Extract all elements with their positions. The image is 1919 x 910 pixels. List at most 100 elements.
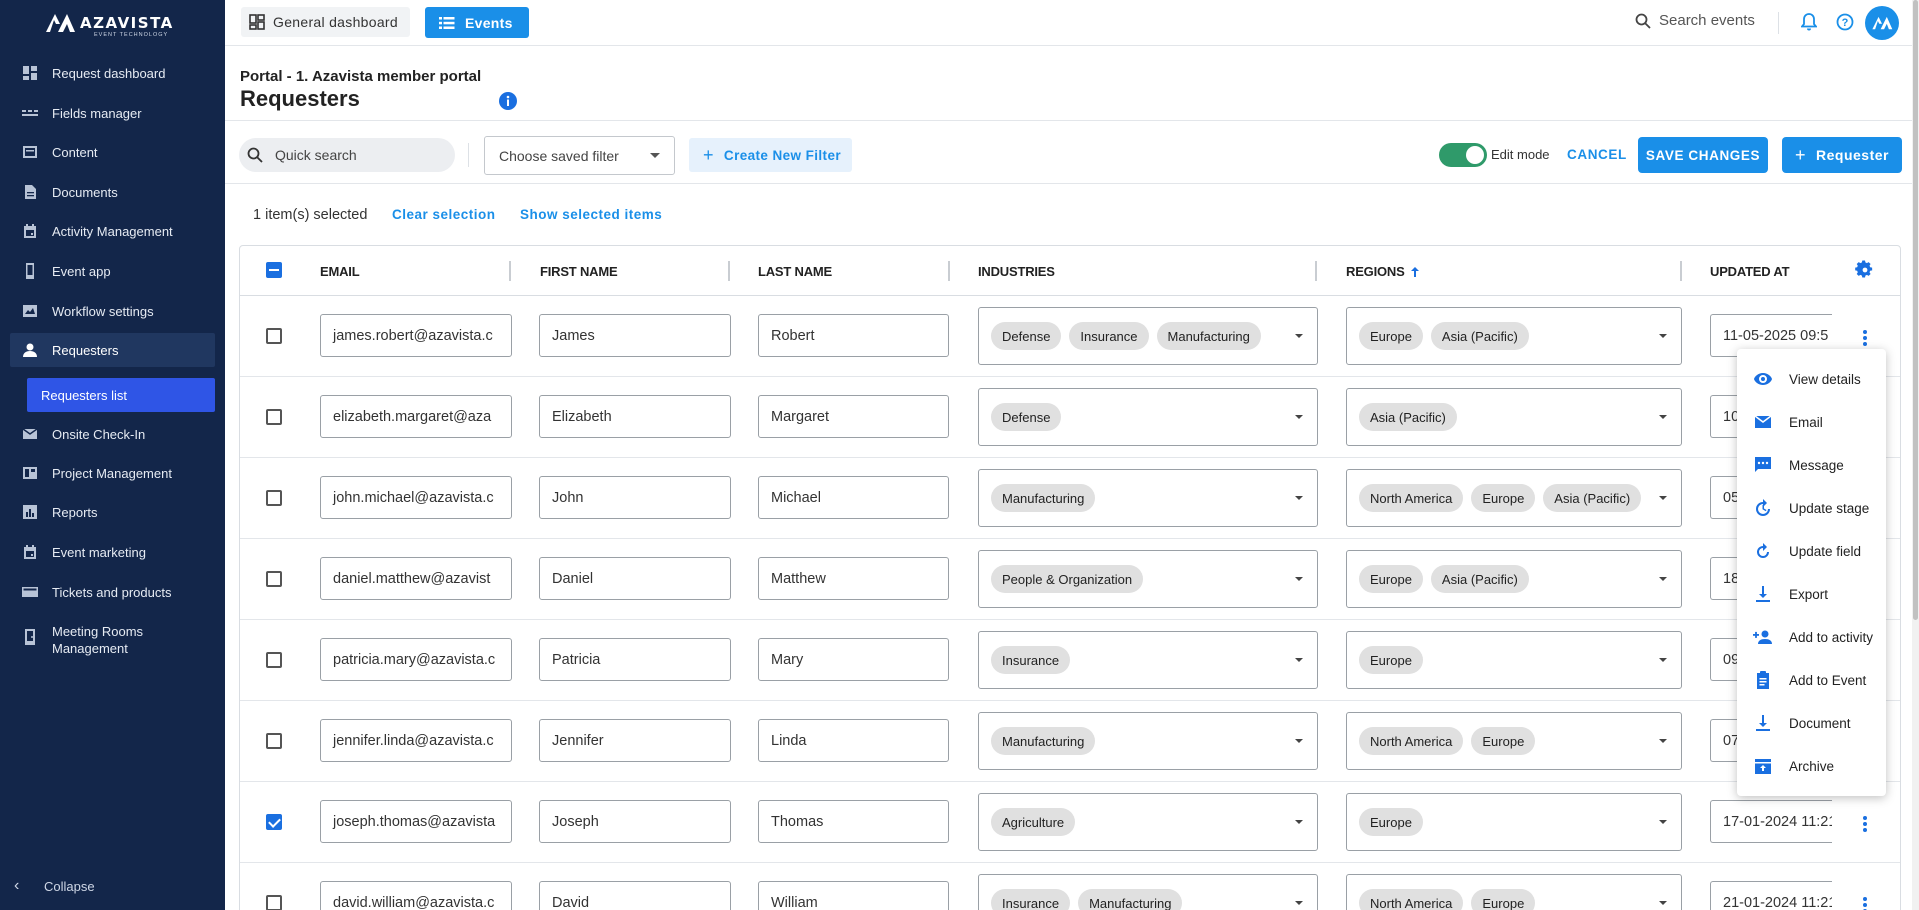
regions-select[interactable]: Europe	[1346, 631, 1682, 689]
row-actions-menu-icon[interactable]	[1863, 330, 1867, 348]
first-name-field[interactable]: Elizabeth	[539, 395, 731, 438]
column-header-first-name[interactable]: FIRST NAME	[540, 264, 618, 279]
first-name-field[interactable]: Joseph	[539, 800, 731, 843]
industries-select[interactable]: Agriculture	[978, 793, 1318, 851]
updated-at-field[interactable]: 17-01-2024 11:21	[1710, 800, 1832, 843]
last-name-field[interactable]: Linda	[758, 719, 949, 762]
sidebar-item-event-marketing[interactable]: Event marketing	[10, 535, 215, 569]
save-changes-button[interactable]: SAVE CHANGES	[1638, 137, 1768, 173]
industries-select[interactable]: Insurance	[978, 631, 1318, 689]
email-field[interactable]: elizabeth.margaret@aza	[320, 395, 512, 438]
column-header-regions[interactable]: REGIONS	[1346, 264, 1420, 279]
sidebar-item-fields-manager[interactable]: Fields manager	[10, 96, 215, 130]
sidebar-item-onsite-check-in[interactable]: Onsite Check-In	[10, 417, 215, 451]
menu-item-message[interactable]: Message	[1737, 447, 1886, 483]
industries-select[interactable]: People & Organization	[978, 550, 1318, 608]
sidebar-item-documents[interactable]: Documents	[10, 175, 215, 209]
column-header-industries[interactable]: INDUSTRIES	[978, 264, 1055, 279]
regions-select[interactable]: Europe	[1346, 793, 1682, 851]
regions-select[interactable]: North America Europe	[1346, 874, 1682, 910]
help-icon[interactable]: ?	[1836, 13, 1854, 31]
first-name-field[interactable]: John	[539, 476, 731, 519]
column-header-email[interactable]: EMAIL	[320, 264, 360, 279]
column-header-last-name[interactable]: LAST NAME	[758, 264, 832, 279]
last-name-field[interactable]: Matthew	[758, 557, 949, 600]
scrollbar-thumb[interactable]	[1913, 0, 1918, 620]
column-resize-handle[interactable]	[1315, 261, 1317, 281]
menu-item-document[interactable]: Document	[1737, 705, 1886, 741]
industries-select[interactable]: Defense	[978, 388, 1318, 446]
last-name-field[interactable]: Mary	[758, 638, 949, 681]
regions-select[interactable]: North America Europe	[1346, 712, 1682, 770]
email-field[interactable]: jennifer.linda@azavista.c	[320, 719, 512, 762]
select-all-checkbox[interactable]	[266, 262, 282, 278]
menu-item-update-field[interactable]: Update field	[1737, 533, 1886, 569]
email-field[interactable]: patricia.mary@azavista.c	[320, 638, 512, 681]
menu-item-archive[interactable]: Archive	[1737, 748, 1886, 784]
clear-selection-link[interactable]: Clear selection	[392, 207, 496, 222]
row-checkbox[interactable]	[266, 652, 282, 668]
sidebar-item-content[interactable]: Content	[10, 135, 215, 169]
add-requester-button[interactable]: + Requester	[1782, 137, 1902, 173]
sidebar-item-reports[interactable]: Reports	[10, 495, 215, 529]
row-checkbox[interactable]	[266, 409, 282, 425]
show-selected-items-link[interactable]: Show selected items	[520, 207, 662, 222]
first-name-field[interactable]: Daniel	[539, 557, 731, 600]
row-checkbox[interactable]	[266, 328, 282, 344]
cancel-button[interactable]: CANCEL	[1567, 147, 1627, 162]
row-actions-menu-icon[interactable]	[1863, 897, 1867, 910]
row-actions-menu-icon[interactable]	[1863, 816, 1867, 834]
events-button[interactable]: Events	[425, 7, 529, 38]
first-name-field[interactable]: Jennifer	[539, 719, 731, 762]
column-resize-handle[interactable]	[509, 261, 511, 281]
row-checkbox[interactable]	[266, 571, 282, 587]
regions-select[interactable]: Europe Asia (Pacific)	[1346, 307, 1682, 365]
last-name-field[interactable]: Michael	[758, 476, 949, 519]
saved-filter-select[interactable]: Choose saved filter	[484, 136, 675, 175]
sidebar-item-activity-management[interactable]: Activity Management	[10, 214, 215, 248]
column-resize-handle[interactable]	[728, 261, 730, 281]
last-name-field[interactable]: Margaret	[758, 395, 949, 438]
general-dashboard-button[interactable]: General dashboard	[241, 7, 410, 37]
regions-select[interactable]: Asia (Pacific)	[1346, 388, 1682, 446]
column-header-updated-at[interactable]: UPDATED AT	[1710, 264, 1790, 279]
menu-item-update-stage[interactable]: Update stage	[1737, 490, 1886, 526]
industries-select[interactable]: Manufacturing	[978, 469, 1318, 527]
sidebar-item-meeting-rooms-management[interactable]: Meeting Rooms Management	[10, 620, 215, 660]
edit-mode-toggle[interactable]	[1439, 143, 1487, 167]
menu-item-view-details[interactable]: View details	[1737, 361, 1886, 397]
search-events[interactable]: Search events	[1635, 12, 1755, 29]
sidebar-item-project-management[interactable]: Project Management	[10, 456, 215, 490]
row-checkbox[interactable]	[266, 814, 282, 830]
sidebar-item-request-dashboard[interactable]: Request dashboard	[10, 56, 215, 90]
email-field[interactable]: david.william@azavista.c	[320, 881, 512, 910]
brand-logo[interactable]: AZAVISTA EVENT TECHNOLOGY	[44, 12, 184, 38]
column-resize-handle[interactable]	[948, 261, 950, 281]
first-name-field[interactable]: Patricia	[539, 638, 731, 681]
sidebar-item-tickets-and-products[interactable]: Tickets and products	[10, 575, 215, 609]
bell-icon[interactable]	[1801, 13, 1817, 31]
sidebar-subitem-requesters-list[interactable]: Requesters list	[27, 378, 215, 412]
industries-select[interactable]: Insurance Manufacturing	[978, 874, 1318, 910]
menu-item-export[interactable]: Export	[1737, 576, 1886, 612]
updated-at-field[interactable]: 21-01-2024 11:21	[1710, 881, 1832, 910]
gear-icon[interactable]	[1855, 260, 1875, 280]
industries-select[interactable]: Manufacturing	[978, 712, 1318, 770]
create-new-filter-button[interactable]: + Create New Filter	[689, 138, 852, 172]
last-name-field[interactable]: William	[758, 881, 949, 910]
menu-item-add-to-activity[interactable]: Add to activity	[1737, 619, 1886, 655]
email-field[interactable]: james.robert@azavista.c	[320, 314, 512, 357]
quick-search-input[interactable]: Quick search	[239, 138, 455, 172]
industries-select[interactable]: Defense Insurance Manufacturing	[978, 307, 1318, 365]
row-checkbox[interactable]	[266, 733, 282, 749]
email-field[interactable]: joseph.thomas@azavista	[320, 800, 512, 843]
email-field[interactable]: daniel.matthew@azavist	[320, 557, 512, 600]
email-field[interactable]: john.michael@azavista.c	[320, 476, 512, 519]
column-resize-handle[interactable]	[1680, 261, 1682, 281]
collapse-button[interactable]: ‹ Collapse	[14, 877, 95, 895]
menu-item-email[interactable]: Email	[1737, 404, 1886, 440]
sidebar-item-event-app[interactable]: Event app	[10, 254, 215, 288]
regions-select[interactable]: North America Europe Asia (Pacific)	[1346, 469, 1682, 527]
sidebar-item-workflow-settings[interactable]: Workflow settings	[10, 294, 215, 328]
sidebar-item-requesters[interactable]: Requesters	[10, 333, 215, 367]
